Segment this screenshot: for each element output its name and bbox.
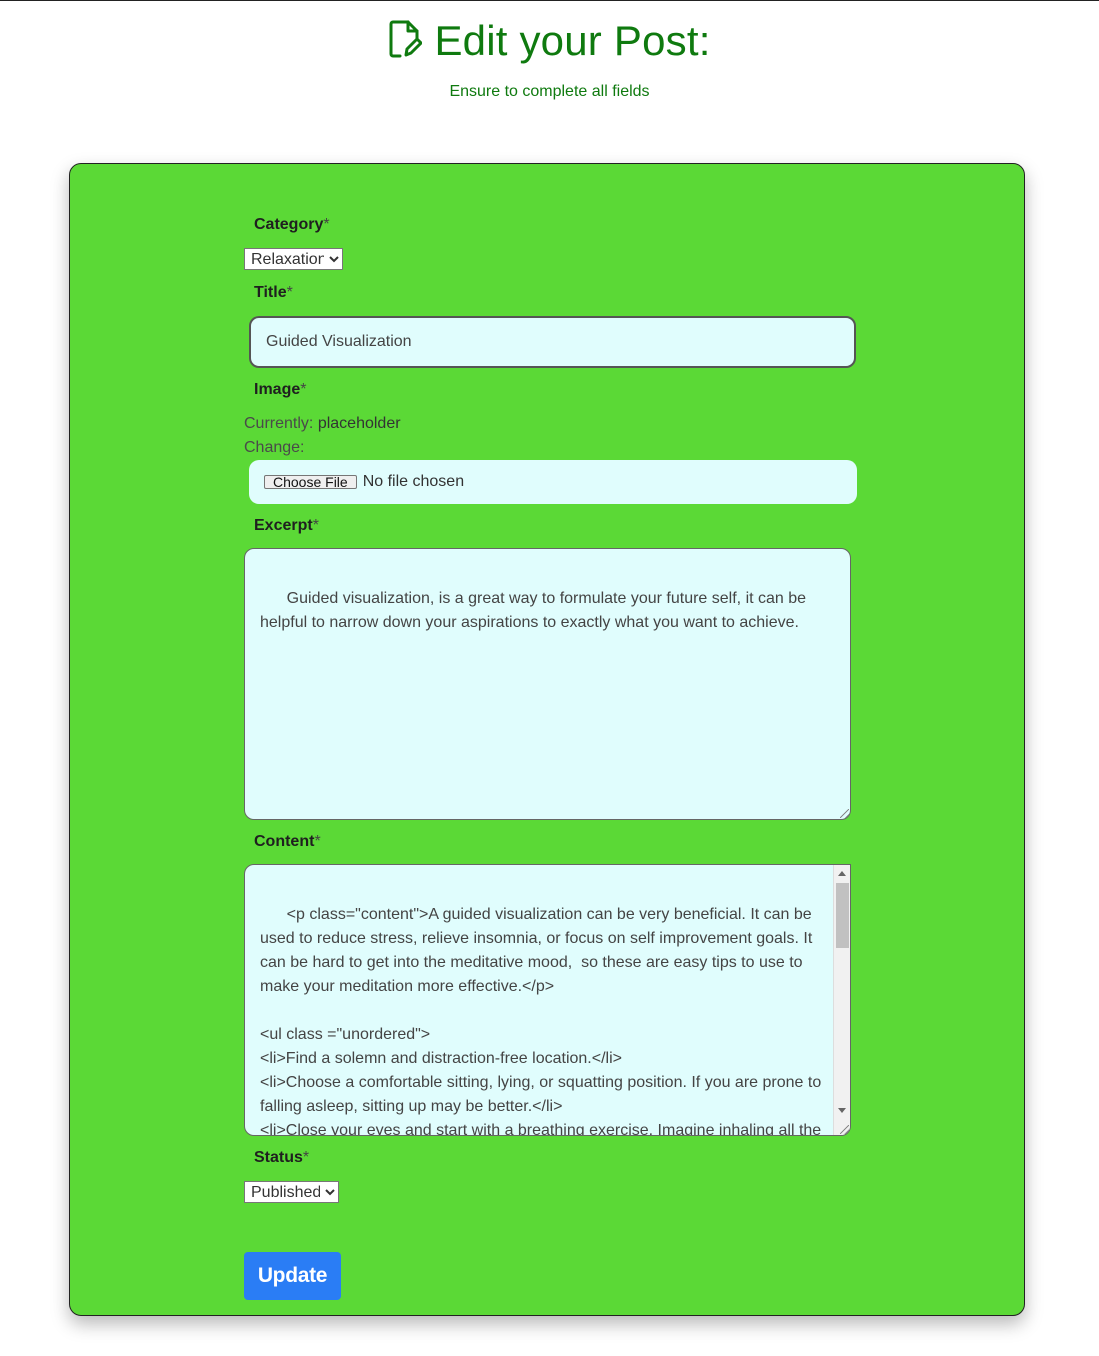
- title-row: Edit your Post:: [0, 17, 1099, 65]
- required-mark: *: [312, 517, 319, 534]
- required-mark: *: [302, 1149, 310, 1166]
- content-scrollbar[interactable]: [833, 865, 850, 1135]
- page-subtitle: Ensure to complete all fields: [449, 83, 650, 100]
- image-file-input[interactable]: Choose File No file chosen: [249, 460, 857, 504]
- scroll-up-icon[interactable]: [838, 871, 846, 876]
- scroll-thumb[interactable]: [836, 883, 849, 948]
- title-label-text: Title: [254, 284, 287, 301]
- image-label: Image*: [254, 381, 306, 399]
- page-title: Edit your Post:: [434, 17, 711, 64]
- resize-handle[interactable]: [840, 809, 849, 818]
- category-label-text: Category: [254, 216, 324, 233]
- required-mark: *: [300, 381, 307, 398]
- content-text: <p class="content">A guided visualizatio…: [260, 906, 822, 1136]
- file-status: No file chosen: [362, 473, 465, 490]
- image-currently: Currently: placeholder: [244, 415, 401, 433]
- edit-post-card: Category* Relaxation Title* Image* Curre…: [69, 163, 1025, 1316]
- page-header: Edit your Post: Ensure to complete all f…: [0, 17, 1099, 101]
- status-label: Status*: [254, 1149, 309, 1167]
- category-select[interactable]: Relaxation: [244, 248, 343, 270]
- excerpt-label: Excerpt*: [254, 517, 319, 535]
- update-button[interactable]: Update: [244, 1252, 341, 1300]
- excerpt-label-text: Excerpt: [254, 517, 313, 534]
- excerpt-textarea[interactable]: Guided visualization, is a great way to …: [244, 548, 851, 820]
- content-textarea[interactable]: <p class="content">A guided visualizatio…: [244, 864, 851, 1136]
- image-change-label: Change:: [244, 439, 305, 456]
- status-label-text: Status: [254, 1149, 303, 1166]
- content-label: Content*: [254, 833, 321, 851]
- title-input[interactable]: [249, 316, 856, 368]
- status-select[interactable]: Published: [244, 1181, 339, 1203]
- required-mark: *: [314, 833, 321, 850]
- content-label-text: Content: [254, 833, 315, 850]
- currently-value[interactable]: placeholder: [318, 415, 401, 432]
- excerpt-text: Guided visualization, is a great way to …: [260, 590, 811, 631]
- title-label: Title*: [254, 284, 293, 302]
- choose-file-button[interactable]: Choose File: [264, 475, 357, 489]
- required-mark: *: [286, 284, 293, 301]
- category-label: Category*: [254, 216, 330, 234]
- scroll-down-icon[interactable]: [838, 1108, 846, 1113]
- resize-handle[interactable]: [840, 1125, 849, 1134]
- image-label-text: Image: [254, 381, 301, 398]
- file-edit-icon: [388, 19, 423, 64]
- currently-label: Currently:: [244, 415, 314, 432]
- required-mark: *: [323, 216, 330, 233]
